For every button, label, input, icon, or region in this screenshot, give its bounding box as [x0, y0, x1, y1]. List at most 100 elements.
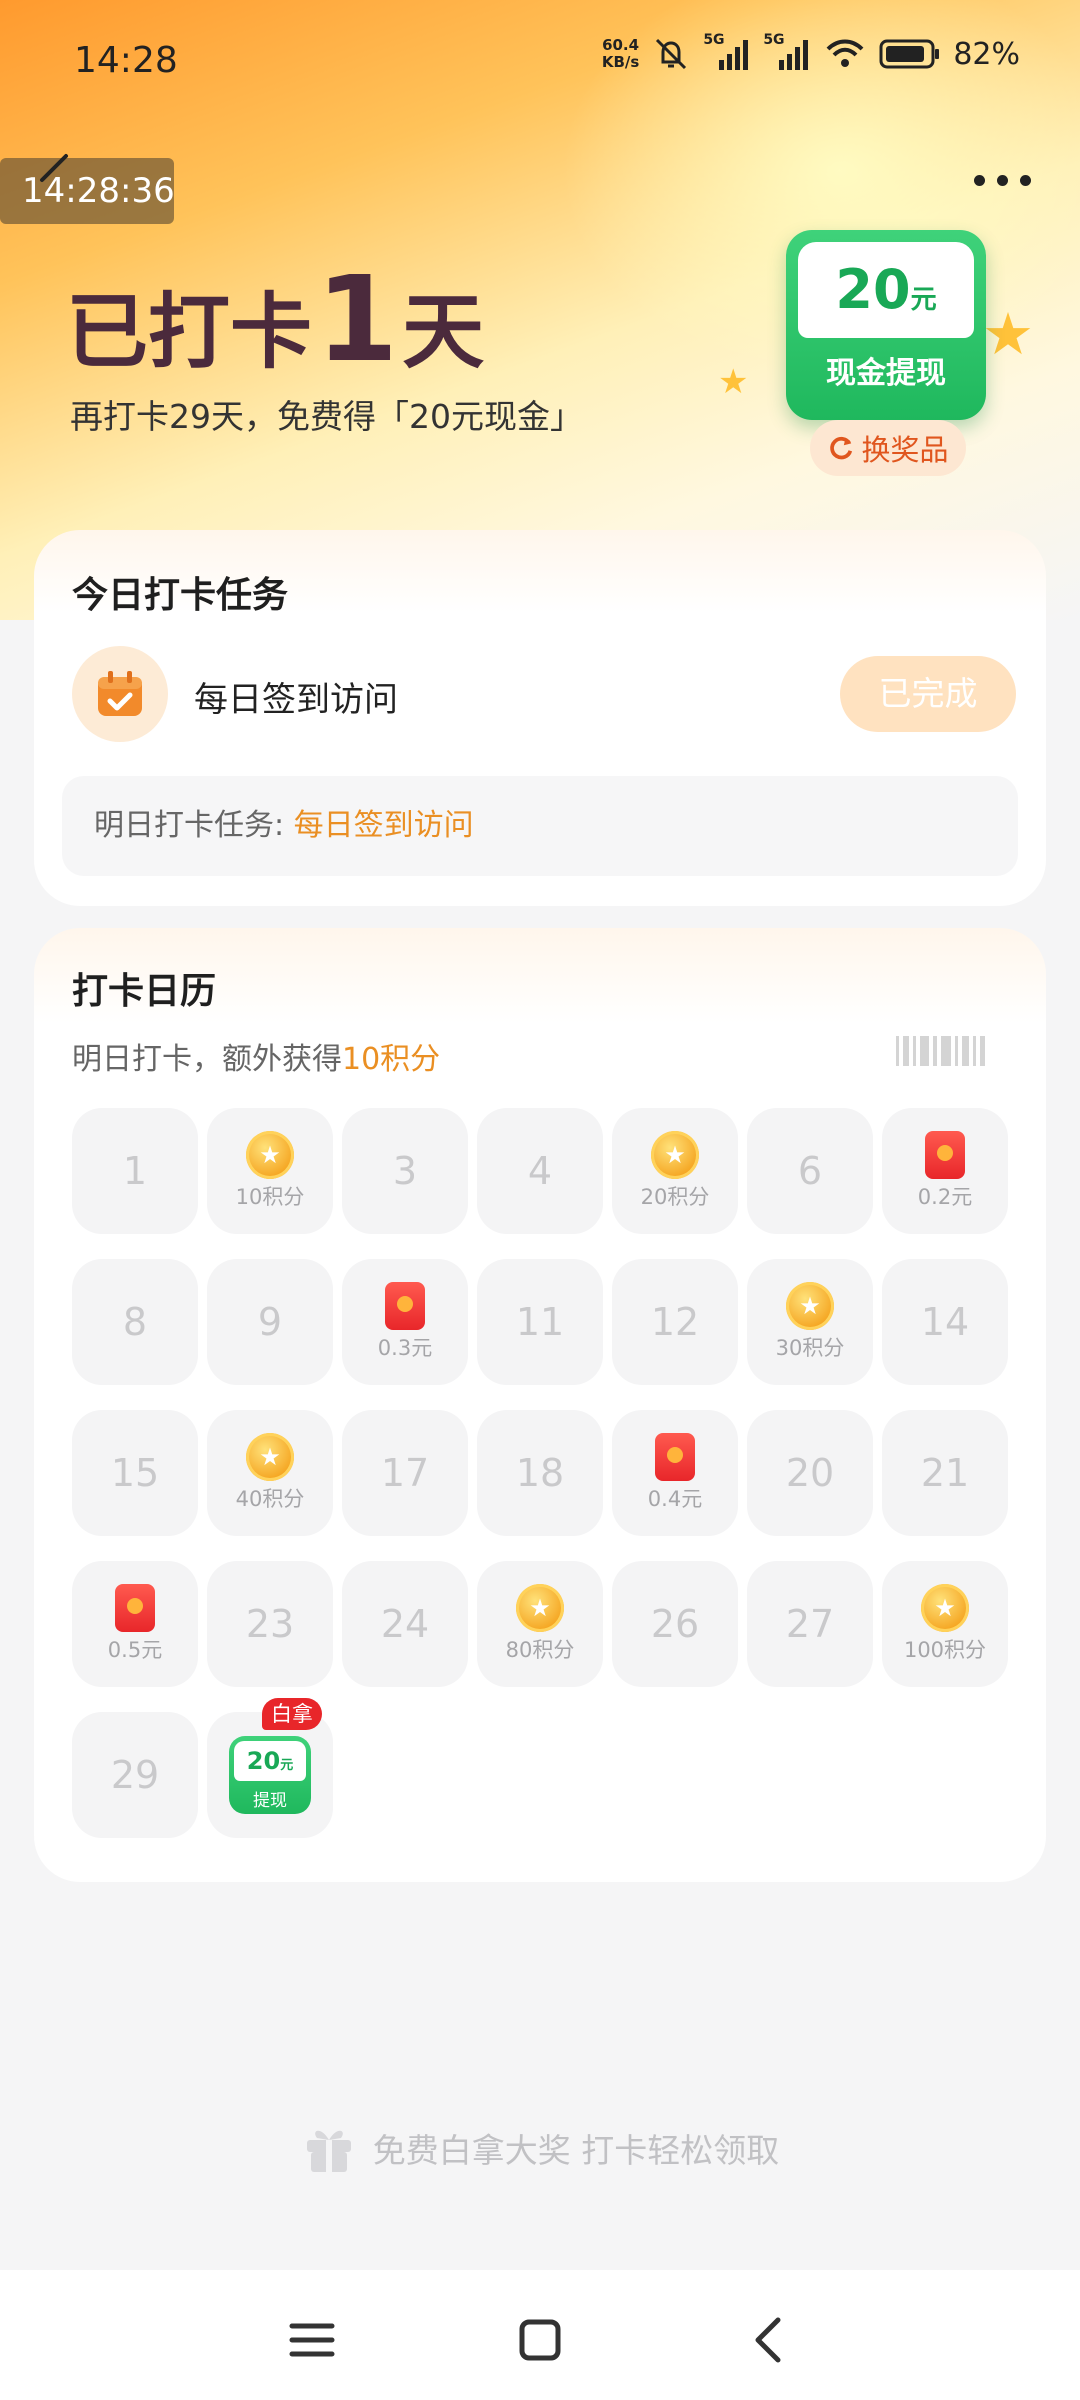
- calendar-day-cell: 11: [477, 1259, 603, 1385]
- headline-suffix: 天: [402, 285, 485, 380]
- day-number: 9: [257, 1300, 283, 1344]
- grand-prize-badge: 20元提现: [229, 1736, 311, 1814]
- day-reward-label: 100积分: [903, 1638, 987, 1662]
- bell-off-icon: [656, 38, 687, 70]
- tomorrow-task-prefix: 明日打卡任务:: [94, 808, 285, 843]
- day-number: 4: [527, 1149, 553, 1193]
- calendar-day-cell: 20元提现: [207, 1712, 333, 1838]
- day-reward-label: 0.5元: [107, 1638, 163, 1662]
- day-reward-label: 0.3元: [377, 1336, 433, 1360]
- reward-amount: 20: [835, 258, 911, 321]
- refresh-icon: [830, 436, 853, 460]
- day-number: 26: [650, 1602, 700, 1646]
- day-number: 12: [650, 1300, 700, 1344]
- calendar-day-cell: 26: [612, 1561, 738, 1687]
- cash-withdraw-card[interactable]: 20元 现金提现: [786, 230, 986, 420]
- grand-prize-unit: 元: [280, 1758, 294, 1773]
- day-reward-label: 10积分: [235, 1185, 305, 1209]
- calendar-day-cell: ★ 40积分: [207, 1410, 333, 1536]
- reward-unit: 元: [910, 285, 937, 315]
- footer-promo-text: 免费白拿大奖 打卡轻松领取: [372, 2131, 780, 2170]
- calendar-day-cell: ★ 30积分: [747, 1259, 873, 1385]
- home-icon[interactable]: [510, 2310, 570, 2370]
- calendar-day-cell: ★ 10积分: [207, 1108, 333, 1234]
- footer-promo: 免费白拿大奖 打卡轻松领取: [0, 2120, 1080, 2176]
- day-reward-label: 0.4元: [647, 1487, 703, 1511]
- coin-icon: ★: [651, 1131, 699, 1179]
- day-number: 1: [122, 1149, 148, 1193]
- task-name: 每日签到访问: [194, 680, 398, 720]
- task-icon-wrap: [72, 646, 168, 742]
- coin-icon: ★: [246, 1433, 294, 1481]
- calendar-day-cell: 29: [72, 1712, 198, 1838]
- coin-icon: ★: [921, 1584, 969, 1632]
- red-packet-icon: [385, 1282, 425, 1330]
- status-time: 14:28: [74, 40, 178, 81]
- exchange-label: 换奖品: [861, 433, 949, 467]
- day-number: 21: [920, 1451, 970, 1495]
- calendar-title: 打卡日历: [72, 971, 217, 1012]
- more-icon[interactable]: [974, 168, 1040, 192]
- red-packet-icon: [115, 1584, 155, 1632]
- net-speed: 60.4 KB/s: [602, 37, 639, 71]
- calendar-day-cell: 14: [882, 1259, 1008, 1385]
- calendar-day-cell: 9: [207, 1259, 333, 1385]
- grand-prize-amount: 20元: [234, 1741, 306, 1781]
- calendar-day-cell: 18: [477, 1410, 603, 1536]
- day-number: 27: [785, 1602, 835, 1646]
- star-icon: ★: [982, 300, 1034, 368]
- day-number: 29: [110, 1753, 160, 1797]
- day-reward-label: 30积分: [775, 1336, 845, 1360]
- calendar-day-cell: 17: [342, 1410, 468, 1536]
- day-number: 20: [785, 1451, 835, 1495]
- calendar-day-cell: 27: [747, 1561, 873, 1687]
- day-number: 6: [797, 1149, 823, 1193]
- free-tag: 白拿: [262, 1698, 322, 1730]
- day-number: 11: [515, 1300, 565, 1344]
- day-number: 24: [380, 1602, 430, 1646]
- coin-icon: ★: [246, 1131, 294, 1179]
- signal-icon: 5G: [703, 32, 751, 72]
- calendar-day-cell: ★ 20积分: [612, 1108, 738, 1234]
- day-reward-label: 40积分: [235, 1487, 305, 1511]
- calendar-day-cell: ★ 100积分: [882, 1561, 1008, 1687]
- battery-percent: 82%: [953, 36, 1020, 72]
- calendar-day-cell: 8: [72, 1259, 198, 1385]
- day-number: 8: [122, 1300, 148, 1344]
- grand-prize-label: 提现: [253, 1791, 287, 1811]
- back-nav-icon[interactable]: [740, 2310, 800, 2370]
- timer-overlay: 14:28:36: [0, 158, 175, 224]
- calendar-sub-highlight: 10积分: [342, 1042, 441, 1077]
- day-reward-label: 80积分: [505, 1638, 575, 1662]
- calendar-day-cell: 20: [747, 1410, 873, 1536]
- grand-prize-value: 20: [246, 1747, 281, 1775]
- day-number: 14: [920, 1300, 970, 1344]
- today-task-card: 今日打卡任务 每日签到访问 已完成 明日打卡任务: 每日签到访问: [34, 530, 1046, 906]
- calendar-day-cell: 0.5元: [72, 1561, 198, 1687]
- status-bar: 14:28 60.4 KB/s 5G 5G 82%: [0, 0, 1080, 126]
- calendar-day-cell: 15: [72, 1410, 198, 1536]
- calendar-day-cell: 1: [72, 1108, 198, 1234]
- headline-days: 1: [316, 250, 399, 388]
- tomorrow-task-name: 每日签到访问: [293, 808, 474, 843]
- calendar-day-cell: 0.4元: [612, 1410, 738, 1536]
- calendar-subtitle: 明日打卡，额外获得10积分: [72, 1034, 440, 1078]
- day-number: 17: [380, 1451, 430, 1495]
- calendar-day-cell: 3: [342, 1108, 468, 1234]
- status-icons: 60.4 KB/s 5G 5G 82%: [602, 32, 1020, 72]
- menu-icon[interactable]: [282, 2310, 342, 2370]
- wifi-icon: [826, 39, 864, 67]
- exchange-prize-button[interactable]: 换奖品: [810, 420, 966, 476]
- red-packet-icon: [925, 1131, 965, 1179]
- checkin-subline: 再打卡29天，免费得「20元现金」: [70, 397, 583, 436]
- task-completed-button[interactable]: 已完成: [840, 656, 1016, 732]
- calendar-day-cell: 0.2元: [882, 1108, 1008, 1234]
- calendar-sub-prefix: 明日打卡，额外获得: [72, 1042, 342, 1077]
- red-packet-icon: [655, 1433, 695, 1481]
- day-number: 15: [110, 1451, 160, 1495]
- back-icon[interactable]: [30, 150, 80, 210]
- headline-prefix: 已打卡: [66, 285, 313, 380]
- checkin-headline: 已打卡 1 天: [66, 250, 484, 388]
- calendar-day-cell: 24: [342, 1561, 468, 1687]
- battery-icon: [879, 39, 940, 69]
